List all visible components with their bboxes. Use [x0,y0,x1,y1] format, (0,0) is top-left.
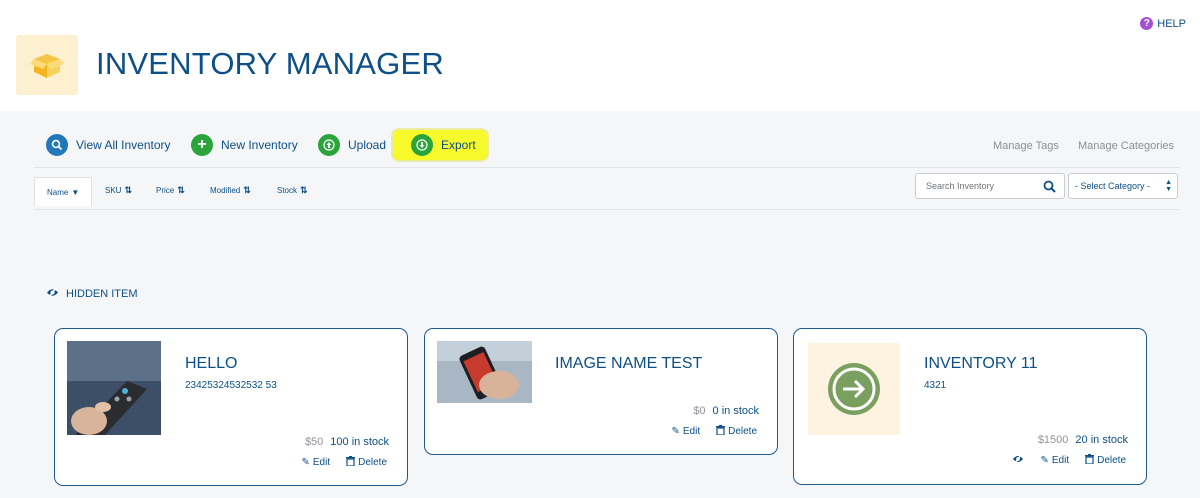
remote-control-photo [67,341,161,435]
export-label: Export [441,138,476,152]
sort-arrows-icon: ⇅ [300,184,308,195]
box-logo-icon [16,35,78,95]
item-price: $0 [693,405,706,417]
delete-button[interactable]: Delete [716,425,757,438]
download-icon [411,134,433,156]
card-actions: ✎ Edit Delete [301,456,387,469]
delete-button[interactable]: Delete [1085,454,1126,467]
edit-button[interactable]: ✎ Edit [301,457,330,468]
page-title: INVENTORY MANAGER [96,46,444,81]
sort-arrows-icon: ⇅ [177,184,185,195]
help-link[interactable]: ? HELP [1140,17,1186,30]
delete-label: Delete [358,457,387,468]
eye-slash-icon [46,287,59,301]
edit-label: Edit [682,426,701,437]
sort-name-label: Name [47,187,69,197]
sort-price-label: Price [156,185,175,195]
question-icon: ? [1140,17,1154,30]
search-box [915,173,1065,199]
hidden-item-heading: HIDDEN ITEM [46,287,138,301]
item-sku: 4321 [924,380,947,391]
pencil-icon: ✎ [671,426,680,437]
eye-slash-icon [1012,454,1024,467]
upload-icon [318,134,340,156]
stock-line: $1500 20 in stock [1038,434,1128,446]
upload-button[interactable]: Upload [318,126,386,164]
item-stock: 100 in stock [330,436,389,448]
export-button[interactable]: Export [391,128,489,162]
edit-button[interactable]: ✎ Edit [671,426,700,437]
sort-price-tab[interactable]: Price ⇅ [156,177,185,203]
hidden-item-label: HIDDEN ITEM [66,288,138,300]
app-header: INVENTORY MANAGER ? HELP [0,0,1200,111]
sort-sku-tab[interactable]: SKU ⇅ [105,177,132,203]
item-name: HELLO [185,355,238,372]
item-price: $1500 [1037,434,1069,446]
sort-modified-label: Modified [210,185,241,195]
phone-photo [437,341,532,403]
category-selected-value: - Select Category - [1075,181,1151,191]
stock-line: $0 0 in stock [693,405,759,417]
card-actions: ✎ Edit Delete [1012,454,1126,467]
item-stock: 20 in stock [1075,434,1128,446]
action-toolbar: View All Inventory + New Inventory Uploa… [34,126,1180,168]
pencil-icon: ✎ [1040,455,1049,466]
edit-button[interactable]: ✎ Edit [1040,455,1069,466]
arrow-right-circle-icon [808,343,900,435]
sort-stock-label: Stock [277,185,298,195]
inventory-card[interactable]: INVENTORY 11 4321 $1500 20 in stock ✎ Ed… [793,328,1147,485]
edit-label: Edit [312,457,331,468]
new-inventory-button[interactable]: + New Inventory [191,126,298,164]
hidden-toggle-button[interactable] [1012,454,1024,467]
help-label: HELP [1157,17,1186,30]
search-input[interactable] [916,181,1036,191]
sort-arrows-icon: ⇅ [243,184,251,195]
sort-sku-label: SKU [105,185,122,195]
search-icon[interactable] [1043,180,1056,198]
item-stock: 0 in stock [712,405,759,417]
search-icon [46,134,68,156]
sort-stock-tab[interactable]: Stock ⇅ [277,177,308,203]
caret-down-icon: ▼ [71,187,80,197]
view-all-label: View All Inventory [76,138,171,152]
sort-name-tab[interactable]: Name ▼ [34,177,93,206]
inventory-card[interactable]: IMAGE NAME TEST $0 0 in stock ✎ Edit Del… [424,328,778,455]
sort-arrows-icon: ⇅ [124,184,132,195]
manage-categories-link[interactable]: Manage Categories [1078,140,1174,152]
delete-button[interactable]: Delete [346,456,387,469]
category-select[interactable]: - Select Category - ▲ ▼ [1068,173,1178,199]
delete-label: Delete [728,426,757,437]
pencil-icon: ✎ [301,457,310,468]
upload-label: Upload [348,138,387,152]
item-name: INVENTORY 11 [924,355,1038,372]
manage-tags-link[interactable]: Manage Tags [993,140,1059,152]
item-name: IMAGE NAME TEST [555,355,703,372]
trash-icon [716,425,726,438]
stock-line: $50 100 in stock [305,436,389,448]
inventory-card[interactable]: HELLO 23425324532532 53 $50 100 in stock… [54,328,408,486]
item-price: $50 [304,436,324,448]
view-all-inventory-button[interactable]: View All Inventory [46,126,171,164]
item-sku: 23425324532532 53 [185,380,277,391]
select-caret-icon: ▲ ▼ [1165,179,1172,193]
edit-label: Edit [1051,455,1070,466]
plus-icon: + [191,134,213,156]
delete-label: Delete [1097,455,1126,466]
trash-icon [346,456,356,469]
new-inventory-label: New Inventory [221,138,298,152]
card-actions: ✎ Edit Delete [671,425,757,438]
sort-modified-tab[interactable]: Modified ⇅ [210,177,251,203]
trash-icon [1085,454,1095,467]
